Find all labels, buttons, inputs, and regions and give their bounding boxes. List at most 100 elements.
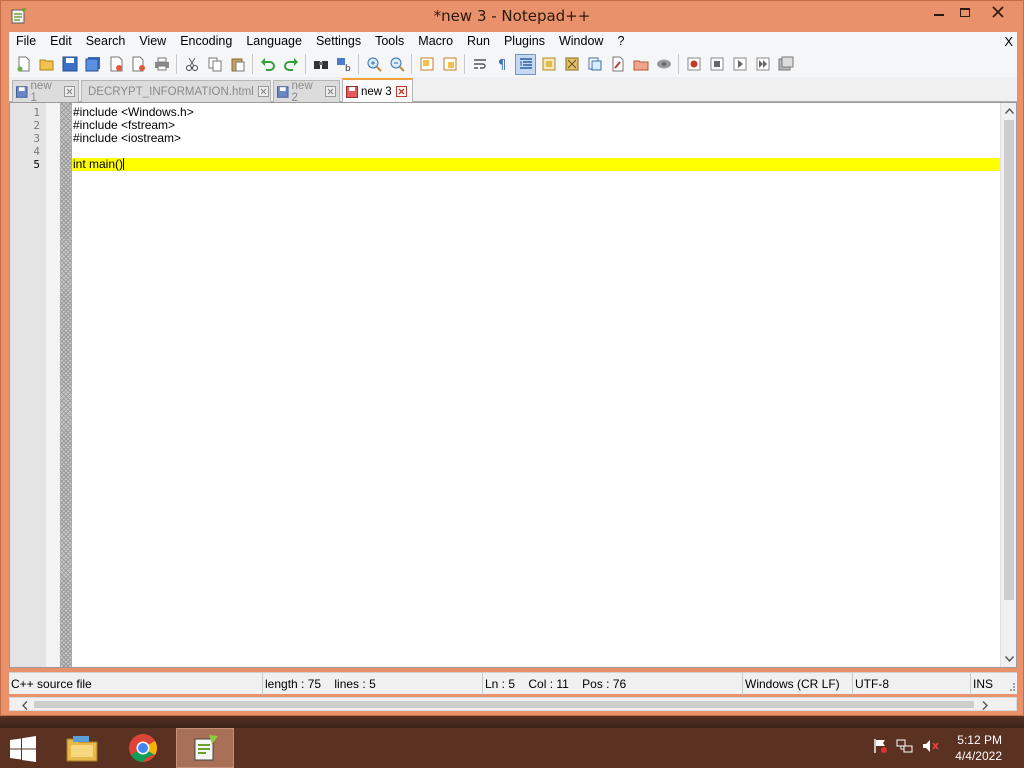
status-length: length : 75 lines : 5 bbox=[263, 673, 483, 695]
taskbar: 5:12 PM 4/4/2022 bbox=[0, 728, 1024, 768]
code-line[interactable]: #include <iostream> bbox=[72, 132, 1000, 145]
menu-run[interactable]: Run bbox=[460, 32, 497, 51]
file-explorer-icon[interactable] bbox=[53, 728, 111, 768]
open-file-icon[interactable] bbox=[36, 54, 57, 75]
tab-new-1[interactable]: new 1 bbox=[12, 79, 79, 104]
line-number-gutter: 1 2 3 4 5 bbox=[10, 103, 46, 667]
unsaved-file-icon bbox=[346, 85, 358, 98]
record-macro-icon[interactable] bbox=[683, 54, 704, 75]
menu-tools[interactable]: Tools bbox=[368, 32, 411, 51]
monitoring-icon[interactable] bbox=[630, 54, 651, 75]
saved-file-icon bbox=[16, 85, 28, 98]
tab-label: new 1 bbox=[30, 79, 52, 104]
code-line[interactable]: #include <fstream> bbox=[72, 119, 1000, 132]
chrome-icon[interactable] bbox=[114, 728, 172, 768]
folder-as-workspace-icon[interactable] bbox=[607, 54, 628, 75]
save-macro-icon[interactable] bbox=[775, 54, 796, 75]
close-window-button[interactable] bbox=[983, 1, 1013, 23]
zoom-in-icon[interactable] bbox=[363, 54, 384, 75]
clock-date: 4/4/2022 bbox=[955, 749, 1002, 763]
scroll-thumb[interactable] bbox=[34, 701, 974, 708]
paste-icon[interactable] bbox=[227, 54, 248, 75]
notepad-plus-plus-icon[interactable] bbox=[176, 728, 234, 768]
sync-horizontal-icon[interactable] bbox=[439, 54, 460, 75]
copy-icon[interactable] bbox=[204, 54, 225, 75]
menu-window[interactable]: Window bbox=[552, 32, 610, 51]
tab-close-icon[interactable] bbox=[257, 86, 269, 97]
volume-muted-icon[interactable] bbox=[922, 738, 940, 754]
show-all-chars-icon[interactable]: ¶ bbox=[492, 54, 513, 75]
tab-new-3[interactable]: new 3 bbox=[342, 78, 413, 103]
cut-icon[interactable] bbox=[181, 54, 202, 75]
menu-file[interactable]: File bbox=[9, 32, 43, 51]
stop-macro-icon[interactable] bbox=[706, 54, 727, 75]
monitor-eye-icon[interactable] bbox=[653, 54, 674, 75]
word-wrap-icon[interactable] bbox=[469, 54, 490, 75]
tab-new-2[interactable]: new 2 bbox=[273, 80, 340, 104]
code-line[interactable]: #include <Windows.h> bbox=[72, 106, 1000, 119]
status-insert-mode[interactable]: INS bbox=[971, 673, 1001, 695]
undo-icon[interactable] bbox=[257, 54, 278, 75]
menu-search[interactable]: Search bbox=[79, 32, 133, 51]
vertical-scrollbar[interactable] bbox=[1000, 103, 1016, 667]
toolbar-separator bbox=[305, 54, 306, 74]
code-text-area[interactable]: #include <Windows.h> #include <fstream> … bbox=[72, 103, 1000, 667]
horizontal-scrollbar[interactable] bbox=[9, 697, 1017, 711]
menu-plugins[interactable]: Plugins bbox=[497, 32, 552, 51]
save-all-icon[interactable] bbox=[82, 54, 103, 75]
resize-grip-icon[interactable] bbox=[1006, 681, 1016, 693]
status-eol[interactable]: Windows (CR LF) bbox=[743, 673, 853, 695]
close-document-button[interactable]: X bbox=[1004, 32, 1013, 51]
print-icon[interactable] bbox=[151, 54, 172, 75]
scroll-left-icon[interactable] bbox=[20, 700, 30, 710]
menu-encoding[interactable]: Encoding bbox=[173, 32, 239, 51]
close-icon[interactable] bbox=[105, 54, 126, 75]
menu-help[interactable]: ? bbox=[610, 32, 631, 51]
find-icon[interactable] bbox=[310, 54, 331, 75]
current-code-line[interactable]: int main() bbox=[72, 158, 1000, 171]
close-all-icon[interactable] bbox=[128, 54, 149, 75]
run-macro-multiple-icon[interactable] bbox=[752, 54, 773, 75]
title-bar[interactable]: *new 3 - Notepad++ bbox=[1, 1, 1023, 32]
start-button[interactable] bbox=[9, 736, 37, 762]
network-icon[interactable] bbox=[896, 738, 914, 754]
scroll-down-icon[interactable] bbox=[1001, 651, 1017, 667]
menu-bar: File Edit Search View Encoding Language … bbox=[9, 32, 1017, 51]
udl-icon[interactable] bbox=[538, 54, 559, 75]
line-number: 1 bbox=[33, 106, 40, 119]
menu-settings[interactable]: Settings bbox=[309, 32, 368, 51]
code-line[interactable] bbox=[72, 145, 1000, 158]
action-center-flag-icon[interactable] bbox=[872, 738, 888, 754]
maximize-button[interactable] bbox=[949, 1, 981, 23]
redo-icon[interactable] bbox=[280, 54, 301, 75]
tab-decrypt-information[interactable]: DECRYPT_INFORMATION.html bbox=[81, 80, 271, 102]
tab-close-icon[interactable] bbox=[325, 86, 336, 97]
notepadpp-window: *new 3 - Notepad++ File Edit Search View… bbox=[0, 0, 1024, 716]
save-icon[interactable] bbox=[59, 54, 80, 75]
menu-macro[interactable]: Macro bbox=[411, 32, 460, 51]
sync-vertical-icon[interactable] bbox=[416, 54, 437, 75]
status-encoding[interactable]: UTF-8 bbox=[853, 673, 971, 695]
system-clock[interactable]: 5:12 PM 4/4/2022 bbox=[955, 732, 1002, 764]
clock-time: 5:12 PM bbox=[957, 733, 1002, 747]
menu-language[interactable]: Language bbox=[239, 32, 309, 51]
zoom-out-icon[interactable] bbox=[386, 54, 407, 75]
menu-edit[interactable]: Edit bbox=[43, 32, 79, 51]
tab-close-icon[interactable] bbox=[64, 86, 75, 97]
scroll-up-icon[interactable] bbox=[1001, 103, 1017, 119]
code-editor[interactable]: 1 2 3 4 5 #include <Windows.h> #include … bbox=[9, 102, 1017, 668]
scroll-thumb[interactable] bbox=[1004, 120, 1014, 600]
svg-text:¶: ¶ bbox=[498, 58, 506, 72]
replace-icon[interactable]: b bbox=[333, 54, 354, 75]
menu-view[interactable]: View bbox=[132, 32, 173, 51]
scroll-right-icon[interactable] bbox=[980, 700, 990, 710]
new-file-icon[interactable] bbox=[13, 54, 34, 75]
tab-close-icon[interactable] bbox=[395, 86, 407, 97]
fold-margin[interactable] bbox=[46, 103, 60, 667]
function-list-icon[interactable] bbox=[584, 54, 605, 75]
indent-guide-icon[interactable] bbox=[515, 53, 536, 75]
code-line-text: int main() bbox=[73, 157, 124, 171]
doc-map-icon[interactable] bbox=[561, 54, 582, 75]
play-macro-icon[interactable] bbox=[729, 54, 750, 75]
line-number: 4 bbox=[33, 145, 40, 158]
